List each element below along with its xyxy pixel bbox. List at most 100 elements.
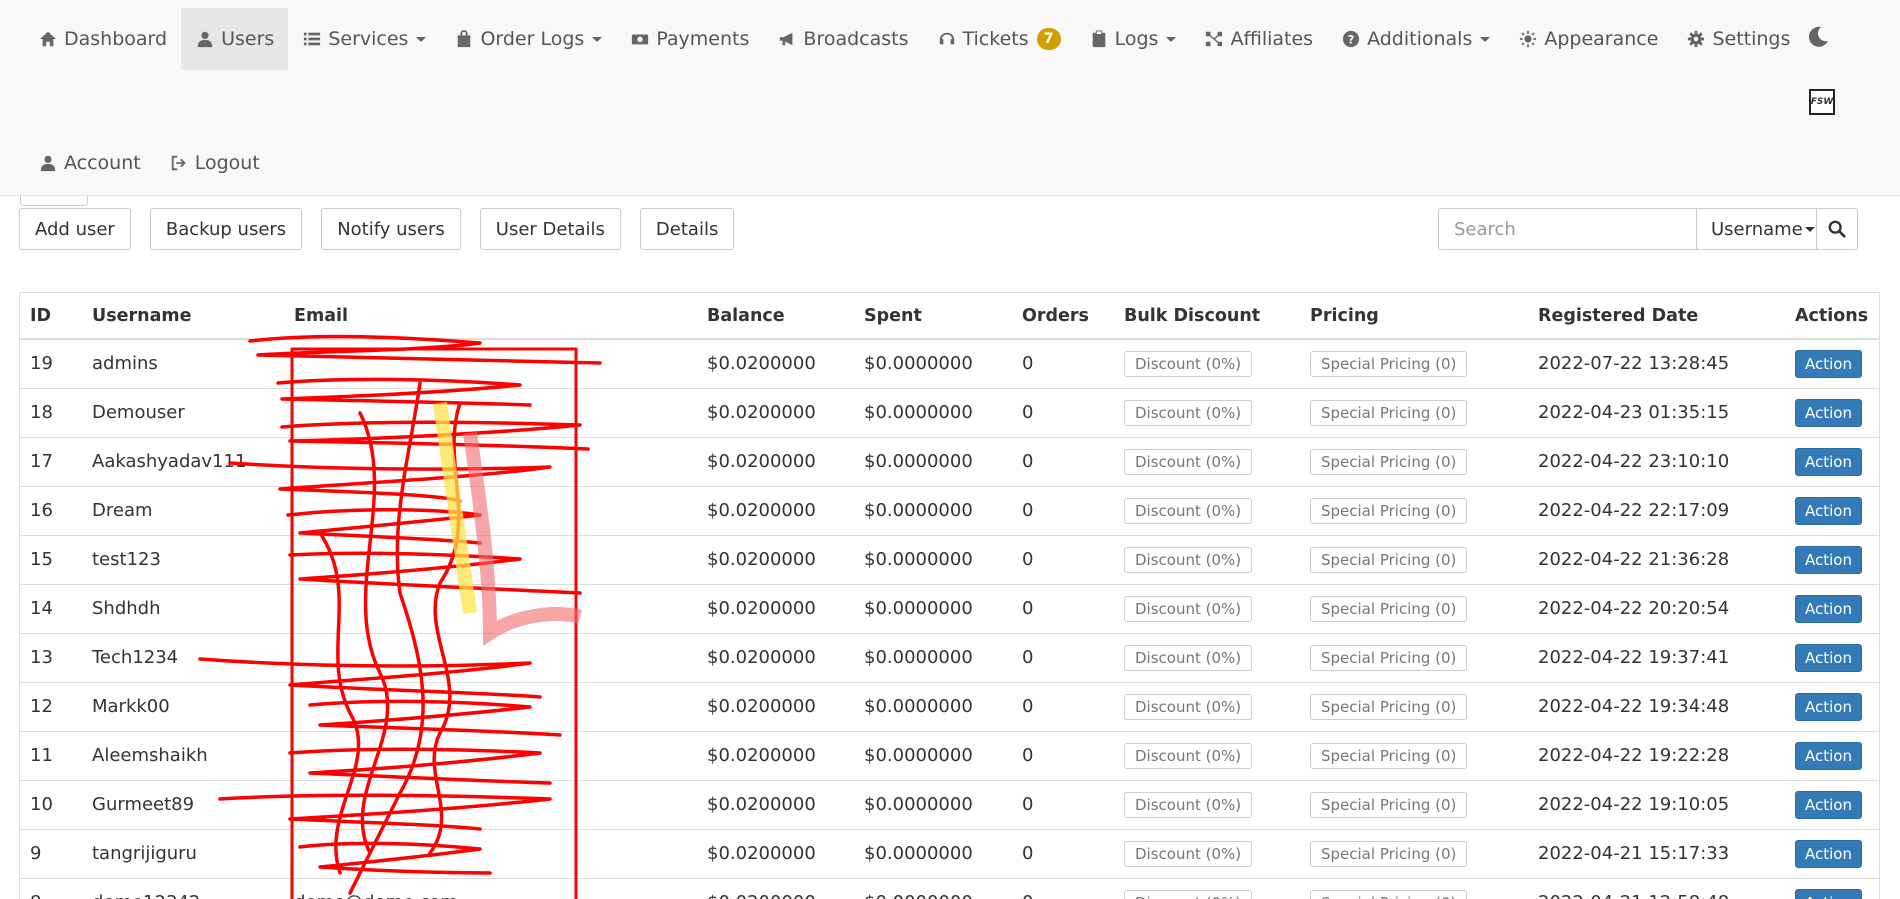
nav-tickets[interactable]: Tickets 7 — [923, 8, 1075, 70]
table-cell: 13 — [20, 632, 82, 682]
cell-id: 17 — [30, 451, 53, 472]
action-button[interactable]: Action — [1795, 594, 1862, 623]
cell-balance: $0.0200000 — [707, 794, 816, 815]
special-pricing-button[interactable]: Special Pricing (0) — [1310, 889, 1468, 899]
action-button[interactable]: Action — [1795, 839, 1862, 868]
bulk-discount-button[interactable]: Discount (0%) — [1124, 840, 1253, 867]
table-cell: Action — [1785, 387, 1879, 437]
shopping-bag-icon — [454, 29, 474, 49]
bulk-discount-button[interactable]: Discount (0%) — [1124, 742, 1253, 769]
action-button[interactable]: Action — [1795, 447, 1862, 476]
nav-logout[interactable]: Logout — [155, 132, 274, 194]
special-pricing-button[interactable]: Special Pricing (0) — [1310, 546, 1468, 573]
cell-id: 15 — [30, 549, 53, 570]
action-button[interactable]: Action — [1795, 643, 1862, 672]
action-button[interactable]: Action — [1795, 888, 1862, 899]
table-cell: Discount (0%) — [1114, 534, 1300, 584]
special-pricing-button[interactable]: Special Pricing (0) — [1310, 497, 1468, 524]
search-input[interactable] — [1438, 208, 1696, 250]
gear-icon — [1686, 29, 1706, 49]
table-cell: Dream — [82, 485, 284, 535]
bulk-discount-button[interactable]: Discount (0%) — [1124, 791, 1253, 818]
special-pricing-button[interactable]: Special Pricing (0) — [1310, 595, 1468, 622]
nav-additionals[interactable]: ? Additionals — [1327, 8, 1504, 70]
table-cell: 2022-04-22 20:20:54 — [1528, 583, 1785, 633]
search-button[interactable] — [1816, 208, 1858, 250]
bulk-discount-button[interactable]: Discount (0%) — [1124, 889, 1253, 899]
top-navbar: Dashboard Users Services Order Logs Paym… — [0, 0, 1900, 196]
action-button[interactable]: Action — [1795, 741, 1862, 770]
action-button[interactable]: Action — [1795, 692, 1862, 721]
table-cell: $0.0000000 — [854, 730, 1012, 780]
bulk-discount-button[interactable]: Discount (0%) — [1124, 350, 1253, 377]
cell-registered-date: 2022-04-22 19:22:28 — [1538, 745, 1730, 766]
nav-order-logs[interactable]: Order Logs — [440, 8, 616, 70]
table-row: 8 demo12342 demo@demo.com $0.0200000 $0.0000… — [20, 877, 1879, 899]
cell-username: Markk00 — [92, 696, 170, 717]
notify-users-button[interactable]: Notify users — [321, 208, 461, 250]
nav-users[interactable]: Users — [181, 8, 289, 70]
special-pricing-button[interactable]: Special Pricing (0) — [1310, 693, 1468, 720]
special-pricing-button[interactable]: Special Pricing (0) — [1310, 350, 1468, 377]
add-user-button[interactable]: Add user — [19, 208, 131, 250]
nav-payments[interactable]: Payments — [616, 8, 763, 70]
cell-orders: 0 — [1022, 647, 1034, 668]
action-button[interactable]: Action — [1795, 398, 1862, 427]
bulk-discount-button[interactable]: Discount (0%) — [1124, 546, 1253, 573]
nav-dashboard[interactable]: Dashboard — [24, 8, 181, 70]
column-header: Pricing — [1300, 293, 1528, 340]
site-logo[interactable]: FSW — [1809, 89, 1835, 115]
cell-id: 19 — [30, 353, 53, 375]
table-cell: $0.0000000 — [854, 877, 1012, 899]
backup-users-button[interactable]: Backup users — [149, 208, 303, 250]
action-button[interactable]: Action — [1795, 790, 1862, 819]
nav-appearance-label: Appearance — [1544, 28, 1659, 50]
nav-broadcasts-label: Broadcasts — [803, 28, 909, 50]
special-pricing-button[interactable]: Special Pricing (0) — [1310, 791, 1468, 818]
action-button[interactable]: Action — [1795, 545, 1862, 574]
moon-icon[interactable] — [1806, 25, 1830, 49]
svg-text:?: ? — [1348, 33, 1355, 47]
bulk-discount-button[interactable]: Discount (0%) — [1124, 693, 1253, 720]
nav-account[interactable]: Account — [24, 132, 155, 194]
nav-logs-label: Logs — [1114, 28, 1159, 50]
nav-logs[interactable]: Logs — [1075, 8, 1191, 70]
action-button[interactable]: Action — [1795, 496, 1862, 525]
search-field-select[interactable]: Username — [1696, 208, 1816, 250]
table-cell: Special Pricing (0) — [1300, 877, 1528, 899]
special-pricing-button[interactable]: Special Pricing (0) — [1310, 644, 1468, 671]
user-details-button[interactable]: User Details — [479, 208, 621, 250]
sign-out-icon — [169, 153, 189, 173]
table-cell: Gurmeet89 — [82, 779, 284, 829]
cell-registered-date: 2022-04-22 22:17:09 — [1538, 500, 1730, 521]
nav-settings[interactable]: Settings — [1672, 8, 1804, 70]
action-button[interactable]: Action — [1795, 349, 1862, 378]
special-pricing-button[interactable]: Special Pricing (0) — [1310, 448, 1468, 475]
table-cell: 16 — [20, 485, 82, 535]
bulk-discount-button[interactable]: Discount (0%) — [1124, 399, 1253, 426]
details-button[interactable]: Details — [639, 208, 735, 250]
nav-appearance[interactable]: Appearance — [1504, 8, 1672, 70]
table-cell: Discount (0%) — [1114, 681, 1300, 731]
table-cell: 2022-04-23 01:35:15 — [1528, 387, 1785, 437]
table-cell: $0.0200000 — [697, 387, 854, 437]
table-cell: 2022-04-22 19:10:05 — [1528, 779, 1785, 829]
table-cell: Discount (0%) — [1114, 828, 1300, 878]
nav-services[interactable]: Services — [288, 8, 440, 70]
nav-affiliates[interactable]: Affiliates — [1190, 8, 1327, 70]
chevron-down-icon — [1480, 36, 1491, 42]
bulk-discount-button[interactable]: Discount (0%) — [1124, 595, 1253, 622]
bulk-discount-button[interactable]: Discount (0%) — [1124, 644, 1253, 671]
table-cell: Discount (0%) — [1114, 779, 1300, 829]
table-cell: 11 — [20, 730, 82, 780]
table-cell: Special Pricing (0) — [1300, 681, 1528, 731]
cell-username: Dream — [92, 500, 153, 521]
special-pricing-button[interactable]: Special Pricing (0) — [1310, 742, 1468, 769]
special-pricing-button[interactable]: Special Pricing (0) — [1310, 840, 1468, 867]
table-cell: 2022-04-22 22:17:09 — [1528, 485, 1785, 535]
special-pricing-button[interactable]: Special Pricing (0) — [1310, 399, 1468, 426]
bulk-discount-button[interactable]: Discount (0%) — [1124, 497, 1253, 524]
table-cell: $0.0200000 — [697, 338, 854, 388]
bulk-discount-button[interactable]: Discount (0%) — [1124, 448, 1253, 475]
nav-broadcasts[interactable]: Broadcasts — [763, 8, 922, 70]
